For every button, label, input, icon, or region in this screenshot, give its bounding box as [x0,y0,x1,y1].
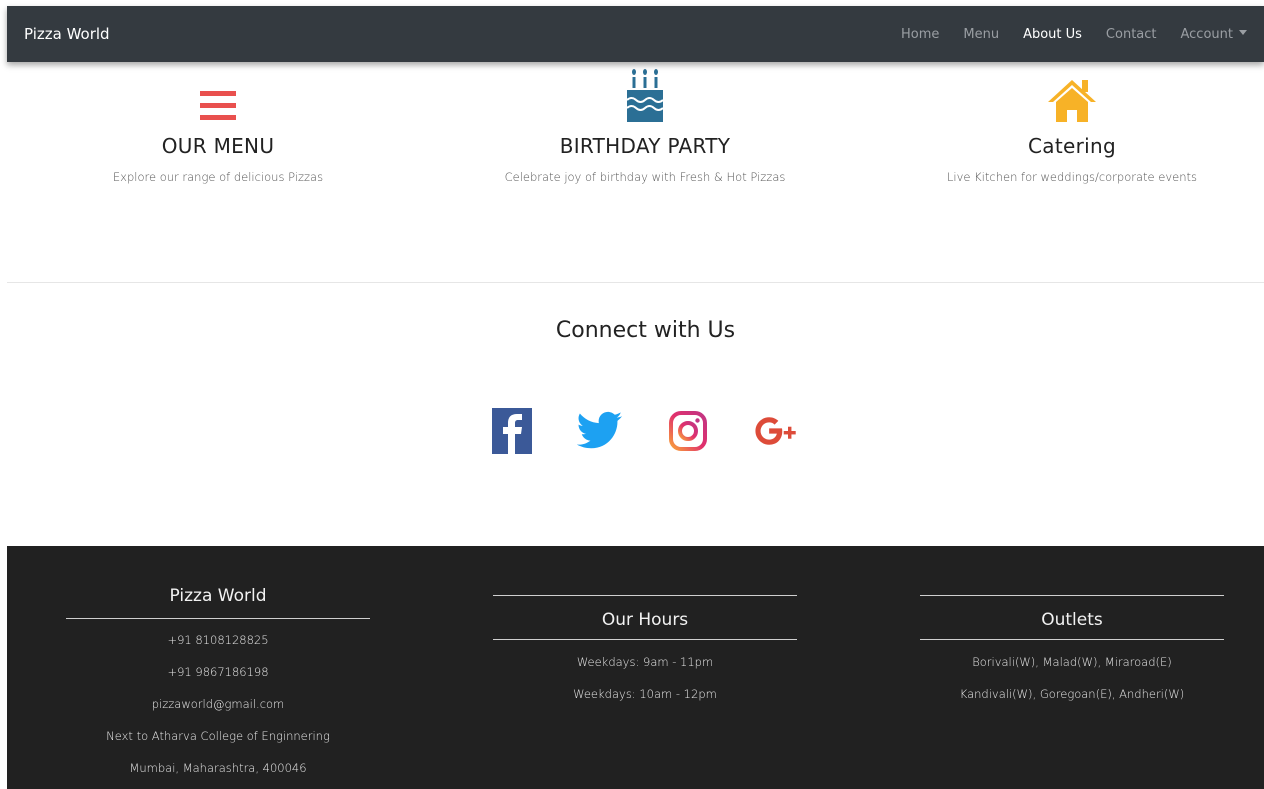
nav-menu-link[interactable]: Menu [963,27,999,42]
footer-email: pizzaworld@gmail.com [151,697,285,711]
nav-about-us[interactable]: About Us [1023,27,1082,42]
footer-phone-1: +91 8108128825 [167,633,269,647]
nav-menu: Home Menu About Us Contact Account [901,27,1247,42]
feature-title: BIRTHDAY PARTY [559,134,731,158]
menu-list-icon [8,62,428,124]
footer-contact-title: Pizza World [169,586,267,606]
footer-outlets-title: Outlets [1041,610,1103,630]
footer-divider [66,618,370,619]
footer-divider [920,595,1224,596]
footer-hours-line: Weekdays: 9am - 11pm [576,655,714,669]
caret-down-icon [1239,29,1247,35]
brand-link[interactable]: Pizza World [24,25,110,43]
footer-divider [493,639,797,640]
facebook-icon[interactable] [488,405,536,457]
footer-contact: Pizza World +91 8108128825 +91 986718619… [66,546,370,775]
nav-account-dropdown[interactable]: Account [1180,26,1247,42]
footer-hours-title: Our Hours [601,610,689,630]
feature-text: Explore our range of delicious Pizzas [112,170,324,184]
footer-outlets-line: Borivali(W), Malad(W), Miraroad(E) [972,655,1172,669]
nav-account-label: Account [1180,26,1234,42]
nav-home[interactable]: Home [901,27,939,42]
feature-our-menu[interactable]: OUR MENU Explore our range of delicious … [8,62,428,184]
section-divider [7,282,1264,283]
footer-divider [920,639,1224,640]
nav-contact[interactable]: Contact [1106,27,1157,42]
navbar: Pizza World Home Menu About Us Contact A… [7,6,1264,62]
footer-hours: Our Hours Weekdays: 9am - 11pm Weekdays:… [493,546,797,701]
instagram-icon[interactable] [664,405,712,457]
footer-hours-line: Weekdays: 10am - 12pm [573,687,717,701]
footer-address-1: Next to Atharva College of Enginnering [106,729,330,743]
feature-catering[interactable]: Catering Live Kitchen for weddings/corpo… [862,62,1264,184]
twitter-icon[interactable] [576,405,624,457]
footer-outlets: Outlets Borivali(W), Malad(W), Miraroad(… [920,546,1224,701]
feature-text: Live Kitchen for weddings/corporate even… [947,170,1197,184]
features-section: OUR MENU Explore our range of delicious … [7,62,1264,282]
google-plus-icon[interactable] [752,405,800,457]
feature-title: OUR MENU [161,134,275,158]
footer-divider [493,595,797,596]
footer-outlets-line: Kandivali(W), Goregoan(E), Andheri(W) [959,687,1185,701]
feature-birthday-party[interactable]: BIRTHDAY PARTY Celebrate joy of birthday… [435,62,855,184]
feature-title: Catering [1028,134,1116,158]
feature-text: Celebrate joy of birthday with Fresh & H… [504,170,786,184]
connect-title: Connect with Us [555,318,736,343]
footer: Pizza World +91 8108128825 +91 986718619… [7,546,1264,789]
house-icon [862,62,1264,124]
footer-address-2: Mumbai, Maharashtra, 400046 [129,761,307,775]
birthday-cake-icon [435,62,855,124]
footer-phone-2: +91 9867186198 [167,665,269,679]
social-links [488,405,800,457]
